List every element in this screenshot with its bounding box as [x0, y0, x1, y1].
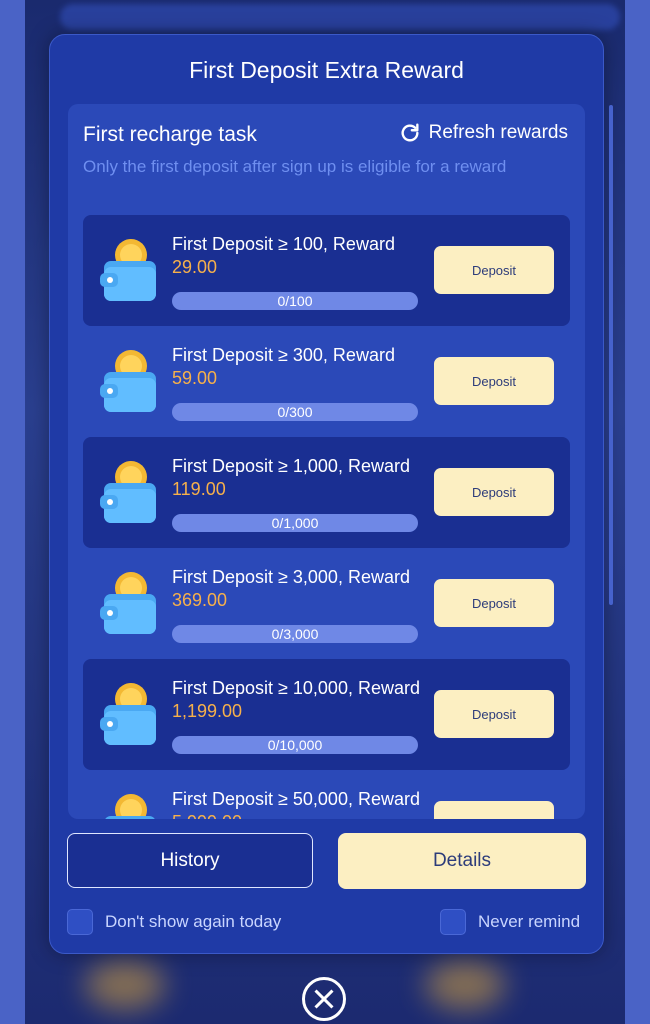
- wallet-coin-icon: [100, 239, 156, 301]
- deposit-button[interactable]: Deposit: [434, 468, 554, 516]
- wallet-coin-icon: [100, 461, 156, 523]
- reward-amount: 29.00: [172, 257, 218, 277]
- task-description: First Deposit ≥ 50,000, Reward 5,999.00: [172, 788, 422, 819]
- never-remind-label: Never remind: [478, 912, 581, 931]
- progress-bar: 0/1,000: [172, 514, 418, 532]
- wallet-coin-icon: [100, 683, 156, 745]
- progress-text: 0/3,000: [271, 626, 319, 642]
- task-condition: First Deposit ≥ 50,000, Reward: [172, 789, 420, 809]
- reward-amount: 1,199.00: [172, 701, 243, 721]
- task-description: First Deposit ≥ 1,000, Reward 119.00: [172, 455, 422, 501]
- task-panel: First recharge task Refresh rewards Only…: [68, 104, 585, 819]
- history-button[interactable]: History: [67, 833, 313, 888]
- deposit-button[interactable]: Deposit: [434, 579, 554, 627]
- task-condition: First Deposit ≥ 100, Reward: [172, 234, 395, 254]
- dont-show-label: Don't show again today: [105, 912, 282, 931]
- task-condition: First Deposit ≥ 1,000, Reward: [172, 456, 410, 476]
- task-description: First Deposit ≥ 300, Reward 59.00: [172, 344, 422, 390]
- progress-bar: 0/100: [172, 292, 418, 310]
- deposit-button[interactable]: Deposit: [434, 690, 554, 738]
- task-title: First recharge task: [83, 123, 257, 146]
- eligibility-note: Only the first deposit after sign up is …: [83, 157, 507, 176]
- wallet-coin-icon: [100, 572, 156, 634]
- refresh-icon: [401, 123, 419, 142]
- task-description: First Deposit ≥ 100, Reward 29.00: [172, 233, 422, 279]
- scrollbar[interactable]: [609, 105, 613, 605]
- dont-show-today-option[interactable]: Don't show again today: [67, 909, 281, 935]
- task-condition: First Deposit ≥ 3,000, Reward: [172, 567, 410, 587]
- task-list: First Deposit ≥ 100, Reward 29.00 0/100 …: [83, 215, 570, 819]
- task-card: First Deposit ≥ 300, Reward 59.00 0/300 …: [83, 326, 570, 437]
- progress-text: 0/300: [277, 404, 313, 420]
- deposit-button[interactable]: Deposit: [434, 801, 554, 819]
- reward-amount: 59.00: [172, 368, 218, 388]
- task-card: First Deposit ≥ 100, Reward 29.00 0/100 …: [83, 215, 570, 326]
- task-condition: First Deposit ≥ 10,000, Reward: [172, 678, 420, 698]
- progress-text: 0/10,000: [267, 737, 323, 753]
- details-button[interactable]: Details: [338, 833, 586, 889]
- task-description: First Deposit ≥ 10,000, Reward 1,199.00: [172, 677, 422, 723]
- progress-text: 0/100: [277, 293, 313, 309]
- progress-bar: 0/10,000: [172, 736, 418, 754]
- task-card: First Deposit ≥ 50,000, Reward 5,999.00 …: [83, 770, 570, 819]
- modal-title: First Deposit Extra Reward: [189, 57, 464, 83]
- task-card: First Deposit ≥ 1,000, Reward 119.00 0/1…: [83, 437, 570, 548]
- never-remind-checkbox[interactable]: [440, 909, 466, 935]
- first-deposit-modal: First Deposit Extra Reward First recharg…: [49, 34, 613, 954]
- reward-amount: 369.00: [172, 590, 228, 610]
- progress-bar: 0/300: [172, 403, 418, 421]
- reward-amount: 5,999.00: [172, 812, 242, 819]
- wallet-coin-icon: [100, 350, 156, 412]
- progress-text: 0/1,000: [271, 515, 319, 531]
- task-description: First Deposit ≥ 3,000, Reward 369.00: [172, 566, 422, 612]
- never-remind-option[interactable]: Never remind: [440, 909, 580, 935]
- close-icon[interactable]: [302, 977, 346, 1021]
- deposit-button[interactable]: Deposit: [434, 357, 554, 405]
- dont-show-checkbox[interactable]: [67, 909, 93, 935]
- blurred-topbar: [60, 4, 620, 30]
- task-card: First Deposit ≥ 10,000, Reward 1,199.00 …: [83, 659, 570, 770]
- reward-amount: 119.00: [172, 479, 226, 499]
- wallet-coin-icon: [105, 794, 155, 819]
- blurred-shape: [85, 960, 165, 1010]
- task-card: First Deposit ≥ 3,000, Reward 369.00 0/3…: [83, 548, 570, 659]
- task-condition: First Deposit ≥ 300, Reward: [172, 345, 395, 365]
- blurred-shape: [425, 960, 505, 1010]
- progress-bar: 0/3,000: [172, 625, 418, 643]
- refresh-rewards-button[interactable]: Refresh rewards: [399, 122, 568, 144]
- deposit-button[interactable]: Deposit: [434, 246, 554, 294]
- refresh-label: Refresh rewards: [428, 122, 568, 143]
